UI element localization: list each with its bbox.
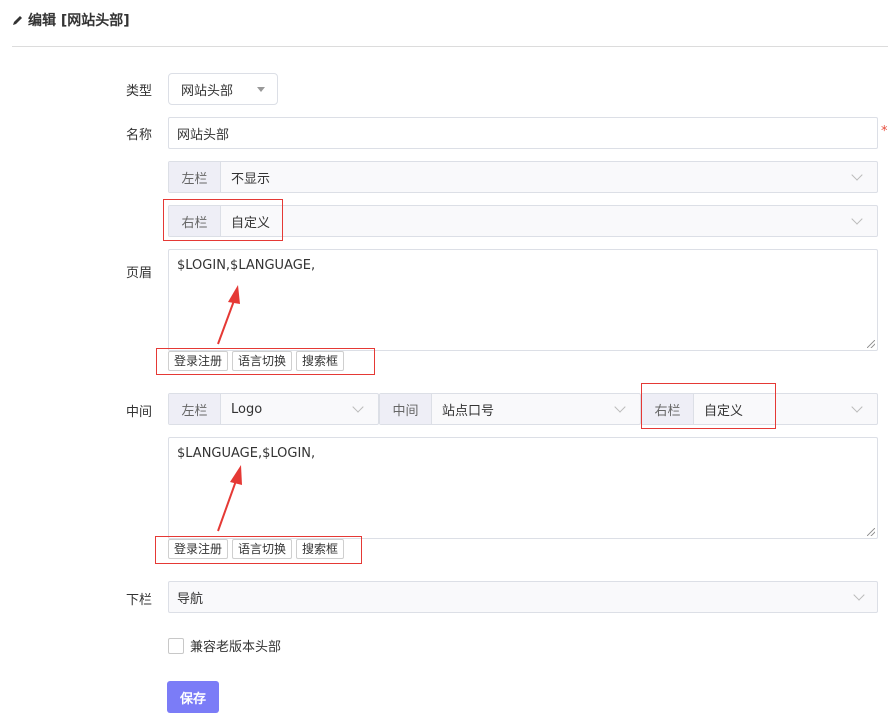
type-select-value: 网站头部 (181, 83, 234, 99)
middle-textarea-value: $LANGUAGE,$LOGIN, (177, 446, 316, 461)
type-select[interactable]: 网站头部 (168, 73, 278, 105)
top-left-addon: 左栏 (169, 162, 221, 192)
title-divider (12, 46, 888, 47)
bottom-select[interactable]: 导航 (168, 581, 878, 613)
annotation-box (163, 199, 283, 241)
header-textarea-value: $LOGIN,$LANGUAGE, (177, 258, 316, 273)
mid-left-addon: 左栏 (169, 394, 221, 424)
compat-option[interactable]: 兼容老版本头部 (168, 636, 281, 655)
annotation-box (156, 348, 375, 375)
type-label: 类型 (126, 84, 153, 99)
save-button[interactable]: 保存 (167, 681, 219, 713)
top-left-value: 不显示 (231, 171, 271, 187)
mid-center-addon: 中间 (380, 394, 432, 424)
compat-checkbox[interactable] (168, 637, 184, 654)
resize-handle-icon[interactable] (867, 340, 875, 348)
header-label: 页眉 (126, 266, 153, 281)
middle-label: 中间 (126, 405, 153, 420)
bottom-select-value: 导航 (177, 591, 204, 607)
top-left-select[interactable]: 左栏 不显示 (168, 161, 878, 193)
mid-left-value: Logo (231, 401, 263, 417)
required-mark: * (881, 124, 888, 139)
chevron-down-icon (614, 401, 626, 413)
name-input-value: 网站头部 (177, 127, 230, 143)
annotation-box (155, 536, 362, 564)
page-title-text: 编辑 [网站头部] (28, 13, 130, 29)
bottom-label: 下栏 (126, 593, 153, 608)
chevron-down-icon (853, 589, 865, 601)
name-label: 名称 (126, 128, 153, 143)
middle-textarea[interactable]: $LANGUAGE,$LOGIN, (168, 437, 878, 539)
header-textarea[interactable]: $LOGIN,$LANGUAGE, (168, 249, 878, 351)
name-input[interactable]: 网站头部 (168, 117, 878, 149)
pencil-icon (13, 16, 22, 25)
mid-left-select[interactable]: 左栏 Logo (168, 393, 379, 425)
compat-label: 兼容老版本头部 (190, 640, 282, 655)
mid-center-select[interactable]: 中间 站点口号 (379, 393, 641, 425)
chevron-down-icon (851, 169, 863, 181)
mid-center-value: 站点口号 (442, 403, 495, 419)
chevron-down-icon (851, 401, 863, 413)
resize-handle-icon[interactable] (867, 528, 875, 536)
annotation-box (641, 383, 776, 429)
page-title: 编辑 [网站头部] (12, 10, 130, 30)
chevron-down-icon (851, 213, 863, 225)
chevron-down-icon (352, 401, 364, 413)
caret-down-icon (257, 86, 265, 92)
